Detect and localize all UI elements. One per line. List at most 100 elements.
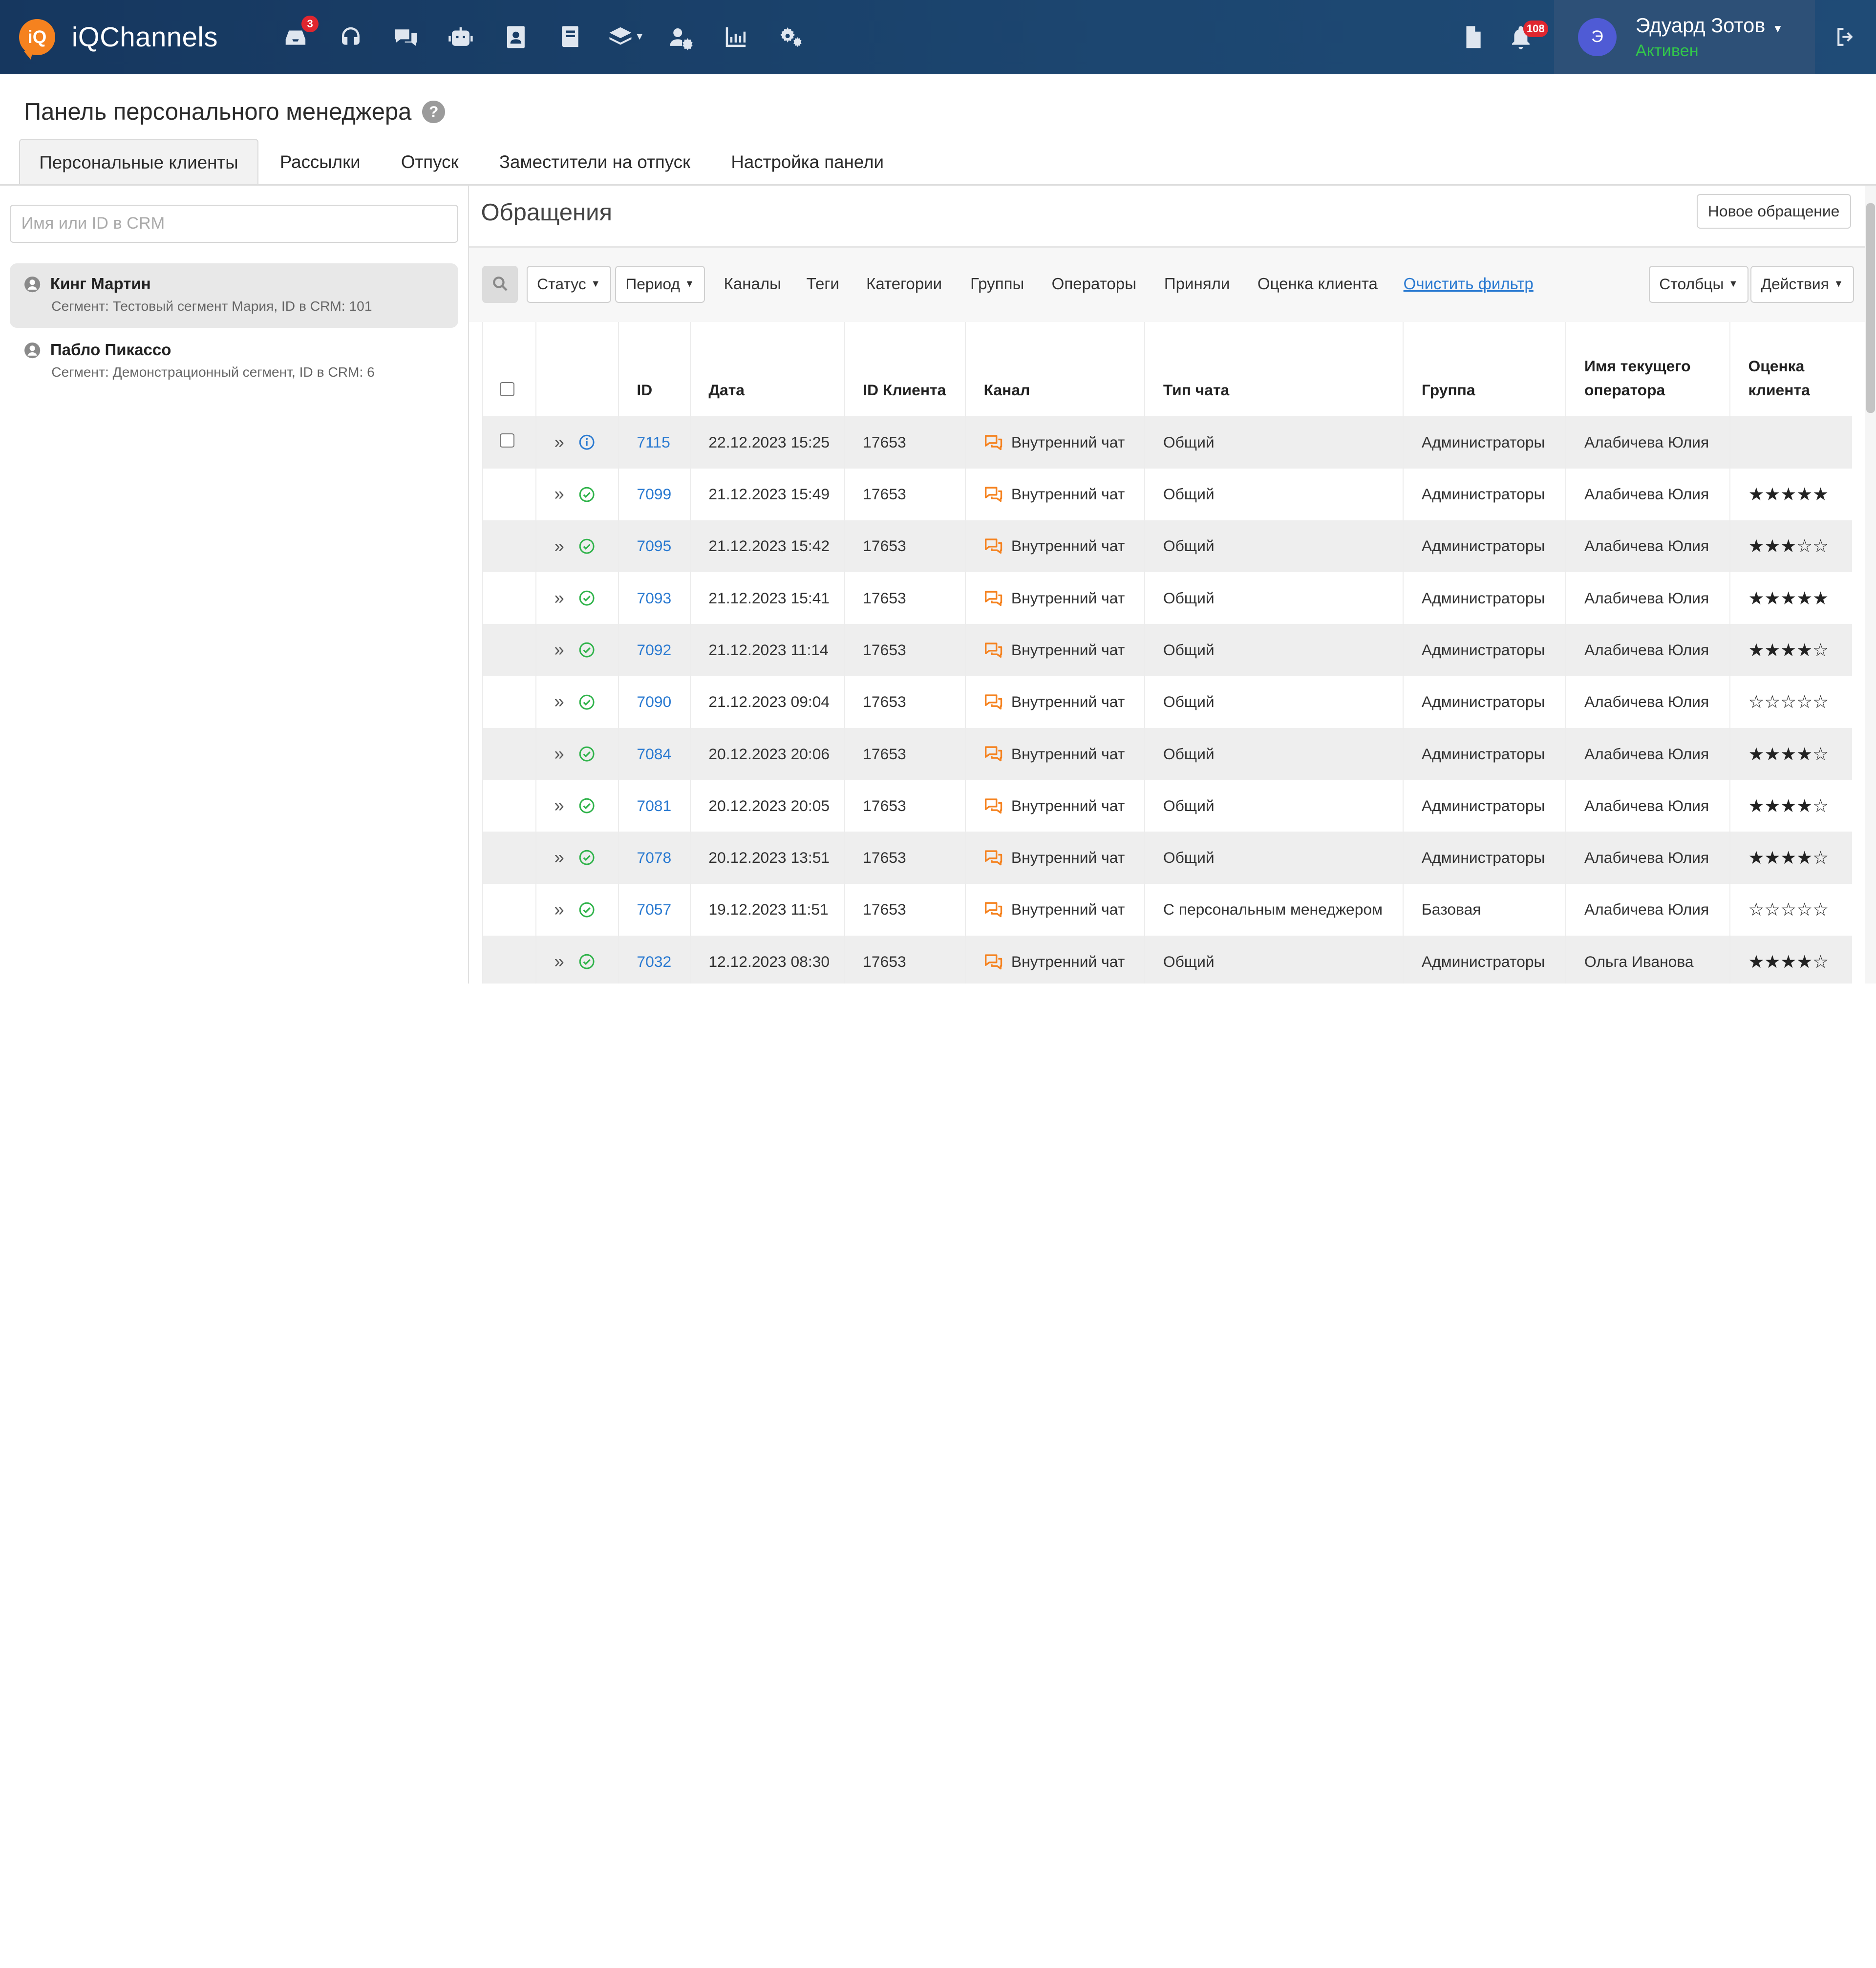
check-circle-icon: [579, 798, 595, 813]
expand-icon[interactable]: »: [554, 796, 564, 815]
header-chat-type[interactable]: Тип чата: [1145, 321, 1404, 417]
help-icon[interactable]: ?: [422, 100, 445, 124]
tab-panel-settings[interactable]: Настройка панели: [712, 139, 903, 186]
expand-icon[interactable]: »: [554, 641, 564, 659]
filter-channels[interactable]: Каналы: [724, 275, 781, 294]
contacts-icon[interactable]: [488, 13, 543, 61]
period-dropdown[interactable]: Период ▼: [615, 265, 705, 303]
users-gear-icon[interactable]: [653, 13, 708, 61]
request-id-link[interactable]: 7084: [637, 745, 671, 763]
channel-name: Внутренний чат: [1011, 849, 1125, 867]
request-id-link[interactable]: 7093: [637, 589, 671, 607]
cell-id: 7078: [618, 832, 691, 884]
tab-substitutes[interactable]: Заместители на отпуск: [480, 139, 710, 186]
crm-search-input[interactable]: [9, 204, 458, 243]
request-id-link[interactable]: 7115: [637, 433, 670, 451]
new-request-button[interactable]: Новое обращение: [1696, 193, 1851, 229]
client-segment: Сегмент: Тестовый сегмент Мария, ID в CR…: [51, 299, 372, 314]
request-id-link[interactable]: 7057: [637, 900, 671, 918]
logo[interactable]: iQ iQChannels: [19, 19, 218, 60]
main-nav: 3 ▼: [268, 13, 818, 61]
table-row[interactable]: » 7057 19.12.2023 11:51 17653 Внутренний чат…: [483, 883, 1853, 936]
document-icon[interactable]: [1452, 13, 1493, 61]
tab-mailings[interactable]: Рассылки: [261, 139, 380, 186]
header-date[interactable]: Дата: [690, 321, 845, 417]
bot-icon[interactable]: [433, 13, 489, 61]
logout-button[interactable]: [1815, 0, 1876, 74]
table-row[interactable]: » 7084 20.12.2023 20:06 17653 Внутренний чат…: [483, 727, 1853, 780]
expand-icon[interactable]: »: [554, 745, 564, 763]
row-actions-cell: »: [535, 416, 619, 469]
expand-icon[interactable]: »: [554, 952, 564, 971]
actions-dropdown[interactable]: Действия ▼: [1750, 265, 1854, 303]
row-actions-cell: »: [535, 676, 619, 728]
expand-icon[interactable]: »: [554, 589, 564, 607]
user-menu[interactable]: Э Эдуард Зотов ▼ Активен: [1554, 0, 1815, 74]
expand-icon[interactable]: »: [554, 900, 564, 919]
filter-groups[interactable]: Группы: [970, 275, 1024, 294]
book-icon[interactable]: [543, 13, 598, 61]
request-id-link[interactable]: 7032: [637, 953, 671, 970]
layers-icon[interactable]: ▼: [598, 13, 654, 61]
tab-personal-clients[interactable]: Персональные клиенты: [19, 139, 258, 186]
filter-rating[interactable]: Оценка клиента: [1258, 275, 1378, 294]
search-button[interactable]: [482, 265, 518, 303]
request-id-link[interactable]: 7081: [637, 797, 671, 814]
table-row[interactable]: » 7081 20.12.2023 20:05 17653 Внутренний чат…: [483, 780, 1853, 832]
cell-rating: ☆☆☆☆☆: [1729, 883, 1853, 936]
filter-accepted[interactable]: Приняли: [1164, 275, 1230, 294]
bell-icon[interactable]: 108: [1500, 13, 1548, 61]
expand-icon[interactable]: »: [554, 693, 564, 711]
filter-tags[interactable]: Теги: [807, 275, 839, 294]
request-id-link[interactable]: 7090: [637, 693, 671, 710]
client-item[interactable]: Пабло Пикассо Сегмент: Демонстрационный …: [10, 329, 458, 393]
request-id-link[interactable]: 7078: [637, 849, 671, 866]
expand-icon[interactable]: »: [554, 433, 564, 451]
header-id[interactable]: ID: [618, 321, 691, 417]
header-group[interactable]: Группа: [1403, 321, 1567, 417]
expand-icon[interactable]: »: [554, 485, 564, 503]
scrollbar-thumb[interactable]: [1866, 203, 1875, 413]
app: iQ iQChannels 3 ▼ 108 Э Эдуард Зотов ▼ А…: [0, 0, 1876, 984]
table-row[interactable]: » 7095 21.12.2023 15:42 17653 Внутренний чат…: [483, 520, 1853, 573]
header-rating[interactable]: Оценка клиента: [1729, 321, 1853, 417]
header-client-id[interactable]: ID Клиента: [844, 321, 966, 417]
filter-operators[interactable]: Операторы: [1052, 275, 1136, 294]
expand-icon[interactable]: »: [554, 537, 564, 556]
expand-icon[interactable]: »: [554, 848, 564, 867]
star-filled-icon: ★: [1796, 484, 1813, 505]
row-actions-cell: »: [535, 572, 619, 624]
columns-dropdown[interactable]: Столбцы ▼: [1648, 265, 1749, 303]
clear-filter-link[interactable]: Очистить фильтр: [1404, 275, 1534, 294]
table-row[interactable]: » 7115 22.12.2023 15:25 17653 Внутренний чат…: [483, 416, 1853, 469]
request-id-link[interactable]: 7099: [637, 485, 671, 503]
header-operator[interactable]: Имя текущего оператора: [1566, 321, 1730, 417]
request-id-link[interactable]: 7095: [637, 537, 671, 555]
settings-icon[interactable]: [764, 13, 819, 61]
table-row[interactable]: » 7099 21.12.2023 15:49 17653 Внутренний чат…: [483, 468, 1853, 520]
star-empty-icon: ☆: [1780, 692, 1797, 712]
cell-channel: Внутренний чат: [965, 572, 1146, 624]
table-row[interactable]: » 7092 21.12.2023 11:14 17653 Внутренний чат…: [483, 624, 1853, 676]
status-dropdown[interactable]: Статус ▼: [526, 265, 611, 303]
row-actions-cell: »: [535, 520, 619, 573]
headset-icon[interactable]: [323, 13, 379, 61]
tab-vacation[interactable]: Отпуск: [382, 139, 478, 186]
cell-channel: Внутренний чат: [965, 520, 1146, 573]
select-all-checkbox[interactable]: [500, 382, 514, 397]
chats-icon[interactable]: [378, 13, 433, 61]
row-actions-cell: »: [535, 780, 619, 832]
row-actions-cell: »: [535, 727, 619, 780]
row-checkbox[interactable]: [500, 433, 514, 448]
table-row[interactable]: » 7078 20.12.2023 13:51 17653 Внутренний чат…: [483, 832, 1853, 884]
client-item[interactable]: Кинг Мартин Сегмент: Тестовый сегмент Ма…: [9, 263, 458, 328]
header-channel[interactable]: Канал: [965, 321, 1146, 417]
request-id-link[interactable]: 7092: [637, 641, 671, 659]
filter-categories[interactable]: Категории: [866, 275, 942, 294]
table-row[interactable]: » 7093 21.12.2023 15:41 17653 Внутренний чат…: [483, 572, 1853, 624]
table-row[interactable]: » 7032 12.12.2023 08:30 17653 Внутренний чат…: [483, 936, 1853, 984]
inbox-icon[interactable]: 3: [268, 13, 323, 61]
channel-name: Внутренний чат: [1011, 796, 1125, 814]
analytics-icon[interactable]: [708, 13, 764, 61]
table-row[interactable]: » 7090 21.12.2023 09:04 17653 Внутренний чат…: [483, 676, 1853, 728]
